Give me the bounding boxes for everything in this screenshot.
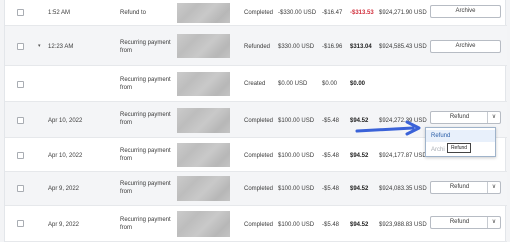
gross-amount: $100.00 USD [278, 186, 315, 192]
gross-amount: $100.00 USD [278, 153, 315, 159]
redacted-name [177, 34, 230, 58]
net-amount: $313.04 [350, 44, 372, 50]
transaction-description: Refund to [120, 10, 147, 16]
action-select[interactable]: Refund ∨ [430, 181, 501, 194]
transaction-date: Apr 9, 2022 [48, 222, 80, 228]
expand-caret-icon[interactable]: ▾ [38, 43, 41, 49]
redacted-name [177, 143, 230, 167]
refund-tooltip: Refund [447, 143, 471, 153]
table-row: 1:52 AM Refund to Completed -$330.00 USD… [5, 0, 507, 26]
row-checkbox[interactable] [17, 220, 24, 227]
fee-amount: $0.00 [322, 81, 338, 87]
fee-amount: -$5.48 [322, 153, 340, 159]
gross-amount: $330.00 USD [278, 44, 315, 50]
row-checkbox[interactable] [17, 81, 24, 88]
row-checkbox[interactable] [17, 152, 24, 159]
transaction-date: Apr 10, 2022 [48, 118, 83, 124]
transaction-description: Recurring payment from [120, 217, 171, 231]
row-checkbox[interactable] [17, 43, 24, 50]
transaction-description: Recurring payment from [120, 40, 171, 54]
chevron-down-icon[interactable]: ∨ [487, 182, 500, 193]
transaction-status: Completed [244, 186, 274, 192]
action-select[interactable]: Refund ∨ [430, 216, 501, 229]
action-select-value: Refund [449, 184, 470, 190]
transaction-description: Recurring payment from [120, 148, 171, 162]
redacted-name [177, 72, 230, 96]
archive-button[interactable]: Archive [430, 40, 501, 53]
transaction-status: Completed [244, 118, 274, 124]
balance-amount: $924,177.87 USD [379, 153, 427, 159]
transaction-description: Recurring payment from [120, 77, 171, 91]
redacted-name [177, 211, 230, 237]
gross-amount: $100.00 USD [278, 222, 315, 228]
net-amount: -$313.53 [350, 10, 374, 16]
action-select-value: Refund [449, 114, 470, 120]
chevron-down-icon[interactable]: ∨ [487, 217, 500, 228]
fee-amount: -$5.48 [322, 222, 340, 228]
transaction-date: 12:23 AM [48, 44, 74, 50]
table-row: Apr 9, 2022 Recurring payment from Compl… [5, 206, 507, 242]
redacted-name [177, 176, 230, 201]
transaction-date: Apr 9, 2022 [48, 186, 80, 192]
fee-amount: -$5.48 [322, 118, 340, 124]
table-row: Recurring payment from Created $0.00 USD… [5, 66, 507, 102]
dropdown-option-refund[interactable]: Refund [426, 130, 495, 142]
row-checkbox[interactable] [17, 185, 24, 192]
net-amount: $94.52 [350, 153, 369, 159]
redacted-name [177, 108, 230, 133]
transaction-status: Completed [244, 153, 274, 159]
action-select[interactable]: Refund ∨ [430, 111, 501, 124]
gross-amount: $0.00 USD [278, 81, 308, 87]
transaction-status: Created [244, 81, 266, 87]
transaction-date: 1:52 AM [48, 10, 71, 16]
net-amount: $94.52 [350, 222, 369, 228]
gross-amount: -$330.00 USD [278, 10, 317, 16]
balance-amount: $924,083.35 USD [379, 186, 427, 192]
transaction-status: Completed [244, 222, 274, 228]
action-select-value: Refund [449, 219, 470, 225]
fee-amount: -$5.48 [322, 186, 340, 192]
archive-button[interactable]: Archive [430, 5, 501, 18]
chevron-down-icon[interactable]: ∨ [487, 112, 500, 123]
transaction-status: Completed [244, 10, 274, 16]
transaction-date: Apr 10, 2022 [48, 153, 83, 159]
balance-amount: $924,271.90 USD [379, 10, 427, 16]
fee-amount: -$16.47 [322, 10, 343, 16]
gross-amount: $100.00 USD [278, 118, 315, 124]
net-amount: $0.00 [350, 81, 366, 87]
row-checkbox[interactable] [17, 117, 24, 124]
fee-amount: -$16.96 [322, 44, 343, 50]
balance-amount: $923,988.83 USD [379, 222, 427, 228]
table-row: Apr 9, 2022 Recurring payment from Compl… [5, 172, 507, 206]
balance-amount: $924,585.43 USD [379, 44, 427, 50]
net-amount: $94.52 [350, 186, 369, 192]
redacted-name [177, 3, 230, 23]
row-checkbox[interactable] [17, 9, 24, 16]
transaction-description: Recurring payment from [120, 181, 171, 195]
table-row: ▾ 12:23 AM Recurring payment from Refund… [5, 26, 507, 66]
transaction-description: Recurring payment from [120, 112, 171, 126]
transactions-table: 1:52 AM Refund to Completed -$330.00 USD… [4, 0, 507, 242]
blue-arrow-pointer-icon [355, 120, 421, 136]
transaction-status: Refunded [244, 44, 271, 50]
